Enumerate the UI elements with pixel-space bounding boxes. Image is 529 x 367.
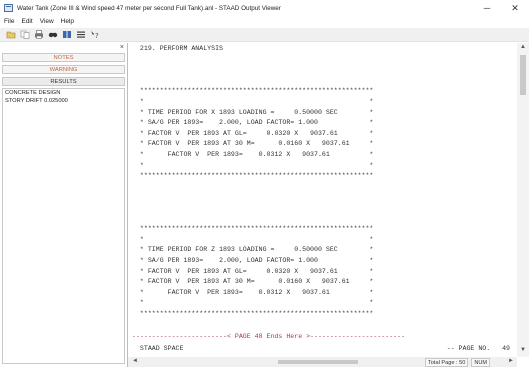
list-item[interactable]: CONCRETE DESIGN xyxy=(5,90,122,98)
menu-help[interactable]: Help xyxy=(61,18,74,25)
scroll-up-icon[interactable]: ▲ xyxy=(520,44,526,50)
open-icon[interactable] xyxy=(6,30,16,39)
total-pages: Total Page : 50 xyxy=(425,357,469,367)
vertical-scrollbar[interactable]: ▲ ▼ xyxy=(517,43,529,357)
output-line: * SA/G PER 1893= 2.000, LOAD FACTOR= 1.0… xyxy=(132,257,374,264)
app-icon xyxy=(4,4,13,12)
page-separator: ------------------------< PAGE 48 Ends H… xyxy=(132,333,406,341)
output-line: * * xyxy=(132,299,374,307)
results-button[interactable]: RESULTS xyxy=(2,77,125,86)
list-item[interactable]: STORY DRIFT 0.025000 xyxy=(5,98,122,106)
menu-bar: File Edit View Help xyxy=(0,16,529,27)
find-icon[interactable] xyxy=(48,30,58,39)
svg-text:?: ? xyxy=(95,32,99,39)
print-icon[interactable] xyxy=(34,30,44,39)
results-list: CONCRETE DESIGN STORY DRIFT 0.025000 xyxy=(2,88,125,364)
title-bar: Water Tank (Zone III & Wind speed 47 met… xyxy=(0,0,529,16)
window-title: Water Tank (Zone III & Wind speed 47 met… xyxy=(17,4,281,12)
output-line: * * xyxy=(132,161,374,169)
output-line: * * xyxy=(132,98,374,105)
output-line: * FACTOR V PER 1893 AT 30 M= 0.0160 X 90… xyxy=(132,278,374,286)
page-footer-title: STAAD SPACE xyxy=(132,344,184,352)
num-lock-indicator: NUM xyxy=(471,357,491,367)
output-line: ****************************************… xyxy=(132,87,374,95)
output-line: * FACTOR V PER 1893 AT GL= 0.0320 X 9037… xyxy=(132,129,374,137)
page-number: -- PAGE NO. 49 xyxy=(446,344,510,352)
output-text-area[interactable]: 219. PERFORM ANALYSIS ******************… xyxy=(132,43,516,357)
output-line: ****************************************… xyxy=(132,172,374,180)
output-line: 219. PERFORM ANALYSIS xyxy=(132,45,224,52)
copy-icon[interactable] xyxy=(20,30,30,39)
toolbar: ? xyxy=(0,28,529,42)
scroll-thumb-horizontal[interactable] xyxy=(278,360,358,364)
output-line: * FACTOR V PER 1893= 0.0312 X 9037.61 * xyxy=(132,151,374,158)
menu-file[interactable]: File xyxy=(4,18,14,25)
menu-view[interactable]: View xyxy=(40,18,54,25)
output-line: * FACTOR V PER 1893 AT 30 M= 0.0160 X 90… xyxy=(132,140,374,148)
status-bar: Total Page : 50 NUM xyxy=(425,357,529,367)
output-line: * FACTOR V PER 1893= 0.0312 X 9037.61 * xyxy=(132,288,374,296)
output-line: * TIME PERIOD FOR Z 1893 LOADING = 0.500… xyxy=(132,246,374,254)
warning-button[interactable]: WARNING xyxy=(2,65,125,74)
close-button[interactable]: ✕ xyxy=(504,0,526,16)
scroll-left-icon[interactable]: ◄ xyxy=(132,358,138,364)
output-line: * * xyxy=(132,235,374,243)
output-line: ****************************************… xyxy=(132,225,374,233)
help-icon[interactable]: ? xyxy=(90,30,100,39)
menu-edit[interactable]: Edit xyxy=(21,18,32,25)
notes-button[interactable]: NOTES xyxy=(2,53,125,62)
output-line: * FACTOR V PER 1893 AT GL= 0.0320 X 9037… xyxy=(132,267,374,275)
left-panel: × NOTES WARNING RESULTS CONCRETE DESIGN … xyxy=(0,43,128,367)
list-icon[interactable] xyxy=(76,30,86,39)
output-line: * TIME PERIOD FOR X 1893 LOADING = 0.500… xyxy=(132,108,374,116)
close-icon[interactable]: × xyxy=(120,44,124,51)
output-line: ****************************************… xyxy=(132,310,374,317)
scroll-thumb[interactable] xyxy=(520,55,526,95)
minimize-button[interactable]: ─ xyxy=(476,0,498,16)
output-line: * SA/G PER 1893= 2.000, LOAD FACTOR= 1.0… xyxy=(132,119,374,127)
scroll-down-icon[interactable]: ▼ xyxy=(520,347,526,353)
page-icon[interactable] xyxy=(62,30,72,39)
